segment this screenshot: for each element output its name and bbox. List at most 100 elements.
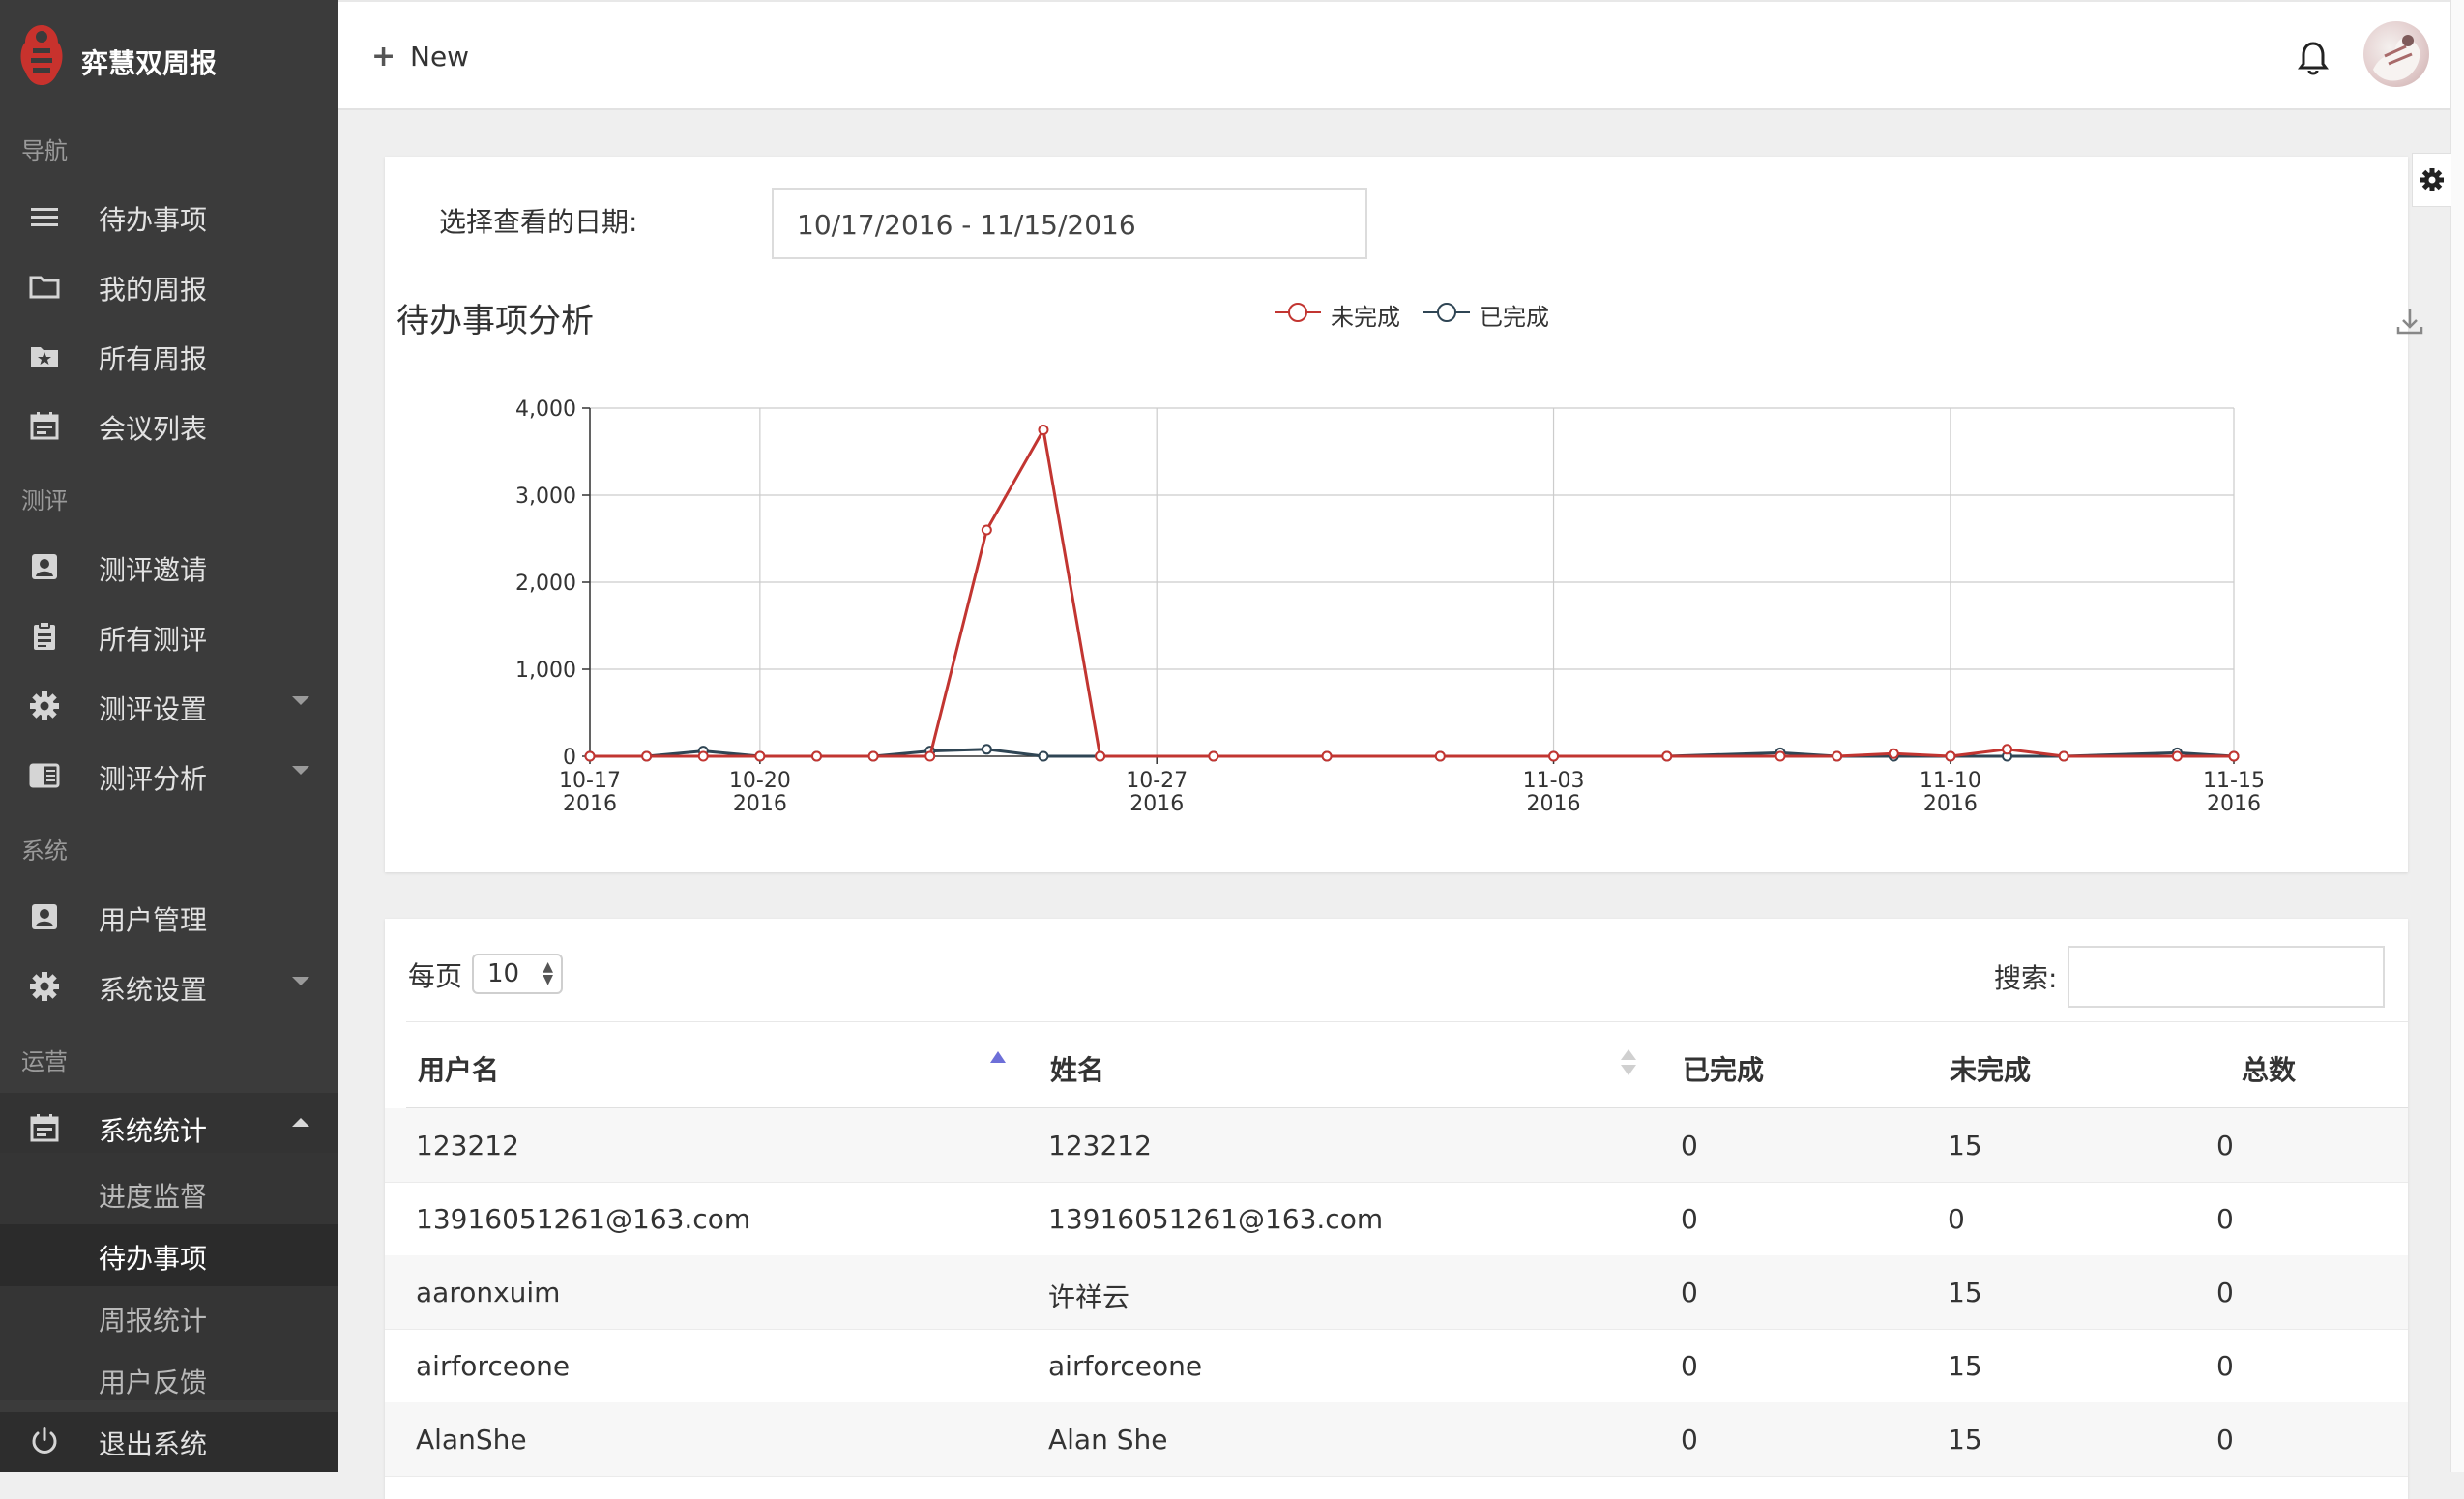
- cell-unfinished: 0: [1948, 1203, 1965, 1235]
- data-point: [1888, 748, 1899, 759]
- sidebar-item-all-reports[interactable]: 所有周报: [0, 321, 338, 391]
- x-tick-label: 10-27: [1126, 769, 1188, 793]
- sidebar-item-all-reviews[interactable]: 所有测评: [0, 602, 338, 671]
- chevron-down-icon: [292, 766, 309, 775]
- column-header-unfinished[interactable]: 未完成: [1950, 1049, 2031, 1088]
- sidebar-item-review-invites[interactable]: 测评邀请: [0, 532, 338, 602]
- section-label-operations: 运营: [21, 1048, 68, 1075]
- data-point: [810, 750, 822, 762]
- cell-username: AlanShe: [416, 1424, 527, 1455]
- cell-finished: 0: [1681, 1277, 1698, 1308]
- data-point: [2058, 750, 2069, 762]
- sidebar-item-my-reports[interactable]: 我的周报: [0, 251, 338, 321]
- search-input[interactable]: [2068, 946, 2385, 1008]
- chevron-up-icon: [292, 1118, 309, 1127]
- cell-unfinished: 15: [1948, 1350, 1982, 1382]
- column-header-name[interactable]: 姓名: [1050, 1049, 1104, 1088]
- data-point: [1038, 750, 1049, 762]
- x-tick-label: 11-03: [1523, 769, 1585, 793]
- table-header: 用户名 姓名 已完成 未完成 总数: [406, 1021, 2408, 1108]
- table-row[interactable]: 123212 123212 0 15 0: [385, 1108, 2408, 1183]
- line-chart: 01,0002,0003,0004,00010-17201610-2020161…: [515, 397, 2265, 816]
- x-tick-year-label: 2016: [1129, 792, 1184, 816]
- cell-unfinished: 15: [1948, 1277, 1982, 1308]
- cell-total: 0: [2216, 1130, 2234, 1161]
- sidebar: 弈慧双周报 导航 待办事项 我的周报 所有周报 会议列表 测评 测评邀请 所有测…: [0, 0, 338, 1472]
- gear-icon: [30, 691, 59, 720]
- cell-username: airforceone: [416, 1350, 571, 1382]
- data-point: [1208, 750, 1219, 762]
- cell-username: 13916051261@163.com: [416, 1203, 751, 1235]
- submenu-item-report-stats[interactable]: 周报统计: [0, 1286, 338, 1348]
- sidebar-item-review-settings[interactable]: 测评设置: [0, 671, 338, 741]
- table-row[interactable]: AlanShe Alan She 0 15 0: [385, 1402, 2408, 1477]
- cell-total: 0: [2216, 1203, 2234, 1235]
- power-icon: [32, 1427, 57, 1454]
- y-tick-label: 0: [563, 746, 576, 770]
- reader-icon: [29, 763, 60, 788]
- submenu-item-todo[interactable]: 待办事项: [0, 1224, 338, 1286]
- cell-finished: 0: [1681, 1130, 1698, 1161]
- per-page-select[interactable]: 10 ▲ ▼: [472, 954, 563, 994]
- data-point: [981, 744, 992, 755]
- cell-username: aaronxuim: [416, 1277, 561, 1308]
- sidebar-item-label: 测评邀请: [99, 554, 208, 586]
- sidebar-item-user-management[interactable]: 用户管理: [0, 882, 338, 952]
- x-tick-year-label: 2016: [1527, 792, 1581, 816]
- sort-ascending-icon[interactable]: [990, 1051, 1006, 1063]
- sidebar-item-label: 待办事项: [99, 204, 208, 236]
- table-row[interactable]: airforceone airforceone 0 15 0: [385, 1329, 2408, 1403]
- sidebar-item-todo[interactable]: 待办事项: [0, 182, 338, 251]
- data-point: [2228, 750, 2240, 762]
- top-bar: + New: [338, 0, 2464, 110]
- settings-tab[interactable]: [2412, 153, 2451, 207]
- column-header-total[interactable]: 总数: [2242, 1049, 2296, 1088]
- search-label: 搜索:: [1994, 962, 2058, 994]
- column-header-finished[interactable]: 已完成: [1683, 1049, 1764, 1088]
- submenu-item-feedback[interactable]: 用户反馈: [0, 1348, 338, 1410]
- data-point: [867, 750, 879, 762]
- data-point: [1548, 750, 1560, 762]
- y-tick-label: 1,000: [515, 659, 576, 683]
- calendar-icon: [30, 1114, 59, 1142]
- folder-icon: [29, 276, 60, 299]
- menu-icon: [31, 208, 58, 226]
- avatar-image: [2373, 35, 2420, 81]
- submenu-item-label: 待办事项: [99, 1243, 208, 1275]
- data-point: [1038, 425, 1049, 435]
- cell-name: Alan She: [1048, 1424, 1168, 1455]
- sidebar-item-label: 所有周报: [99, 343, 208, 375]
- logout-button[interactable]: 退出系统: [0, 1412, 338, 1472]
- sidebar-item-review-analysis[interactable]: 测评分析: [0, 741, 338, 810]
- brand[interactable]: 弈慧双周报: [0, 0, 338, 116]
- column-header-username[interactable]: 用户名: [418, 1049, 499, 1088]
- data-point: [641, 750, 653, 762]
- sidebar-item-meetings[interactable]: 会议列表: [0, 391, 338, 460]
- table-row[interactable]: 13916051261@163.com 13916051261@163.com …: [385, 1182, 2408, 1256]
- cell-total: 0: [2216, 1350, 2234, 1382]
- select-arrows-icon: ▲ ▼: [543, 959, 553, 987]
- cell-finished: 0: [1681, 1424, 1698, 1455]
- avatar[interactable]: [2363, 21, 2429, 87]
- submenu-item-progress[interactable]: 进度监督: [0, 1162, 338, 1224]
- table-row[interactable]: aaronxuim 许祥云 0 15 0: [385, 1255, 2408, 1330]
- series-line: [590, 426, 2234, 758]
- brand-logo-icon: [20, 25, 63, 85]
- plus-icon: +: [371, 40, 396, 73]
- per-page-label: 每页: [408, 960, 463, 992]
- scrollbar[interactable]: [2450, 0, 2464, 1472]
- data-point: [1095, 750, 1106, 762]
- y-tick-label: 4,000: [515, 397, 576, 422]
- brand-title: 弈慧双周报: [81, 47, 218, 79]
- sidebar-item-label: 用户管理: [99, 904, 208, 936]
- cell-finished: 0: [1681, 1350, 1698, 1382]
- y-tick-label: 2,000: [515, 572, 576, 596]
- x-tick-label: 11-10: [1920, 769, 1981, 793]
- cell-username: 123212: [416, 1130, 519, 1161]
- sort-icon[interactable]: [1621, 1049, 1636, 1078]
- sidebar-item-system-settings[interactable]: 系统设置: [0, 952, 338, 1021]
- data-point: [1945, 750, 1956, 762]
- sidebar-item-label: 我的周报: [99, 274, 208, 306]
- bell-icon[interactable]: [2296, 39, 2331, 77]
- new-button-label: New: [410, 41, 470, 73]
